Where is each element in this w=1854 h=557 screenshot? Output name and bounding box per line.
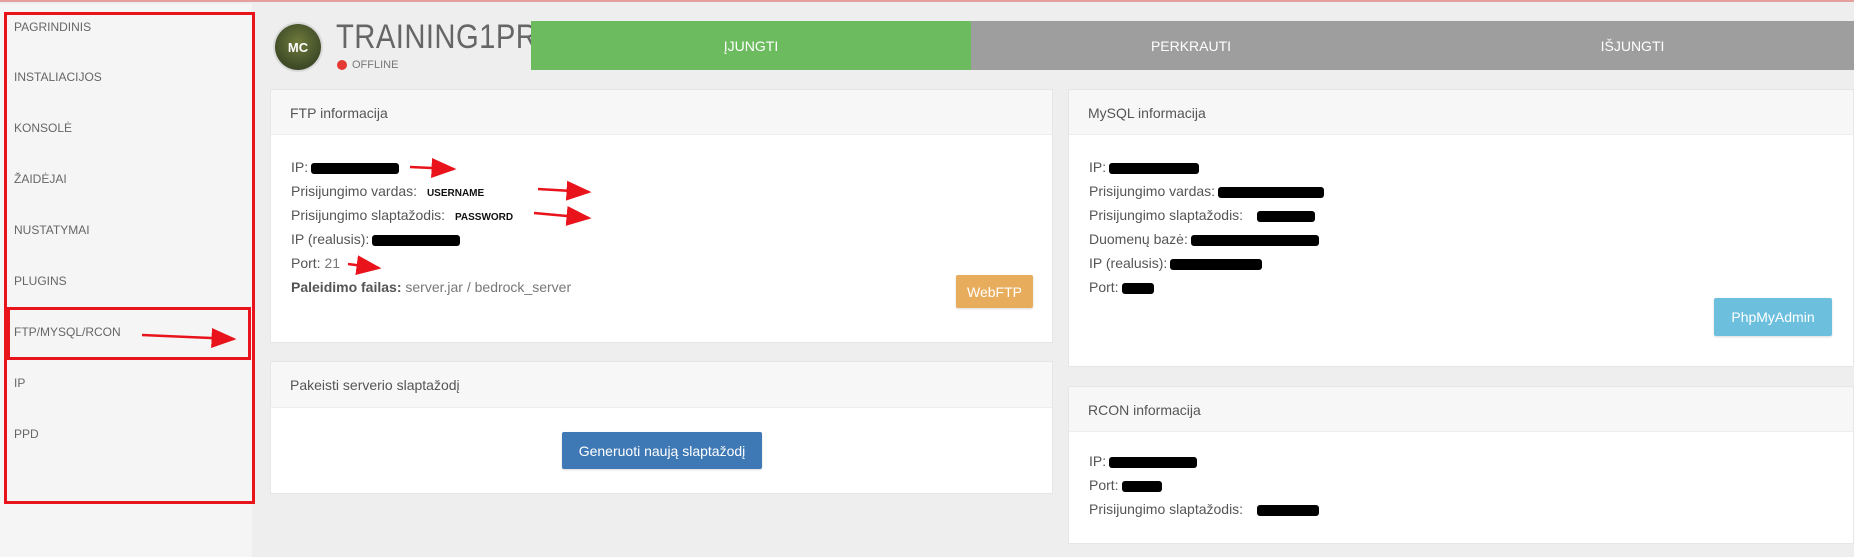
- mysql-ip-line: IP:: [1089, 159, 1200, 175]
- rcon-port-line: Port:: [1089, 477, 1162, 493]
- ftp-ip-label: IP:: [291, 159, 309, 175]
- redacted-value: [1109, 162, 1200, 174]
- generate-password-button[interactable]: Generuoti naują slaptažodį: [562, 432, 762, 469]
- redacted-value: [1190, 234, 1319, 246]
- ftp-username-line: Prisijungimo vardas: USERNAME: [291, 183, 484, 199]
- ftp-password-value: PASSWORD: [454, 212, 514, 223]
- rcon-panel: RCON informacija IP: Port: Prisijungimo …: [1068, 386, 1854, 544]
- mysql-real-ip-line: IP (realusis):: [1089, 255, 1263, 271]
- sidebar-item-plugins[interactable]: PLUGINS: [14, 274, 67, 288]
- stop-button[interactable]: IŠJUNGTI: [1411, 21, 1854, 70]
- redacted-value: [1109, 456, 1198, 468]
- change-password-panel: Pakeisti serverio slaptažodį Generuoti n…: [270, 361, 1053, 494]
- sidebar: PAGRINDINIS INSTALIACIJOS KONSOLĖ ŽAIDĖJ…: [0, 4, 252, 557]
- ftp-port-line: Port: 21: [291, 255, 340, 271]
- restart-button[interactable]: PERKRAUTI: [971, 21, 1411, 70]
- ftp-real-ip-line: IP (realusis):: [291, 231, 461, 247]
- redacted-value: [372, 234, 461, 246]
- rcon-ip-label: IP:: [1089, 453, 1107, 469]
- redacted-value: [1257, 210, 1316, 222]
- ftp-password-line: Prisijungimo slaptažodis: PASSWORD: [291, 207, 513, 223]
- ftp-startup-line: Paleidimo failas: server.jar / bedrock_s…: [291, 279, 571, 295]
- status-text: OFFLINE: [352, 59, 399, 71]
- mysql-password-label: Prisijungimo slaptažodis:: [1089, 207, 1244, 223]
- sidebar-item-konsole[interactable]: KONSOLĖ: [14, 121, 72, 135]
- mysql-password-line: Prisijungimo slaptažodis:: [1089, 207, 1316, 223]
- ftp-startup-label: Paleidimo failas:: [291, 279, 402, 295]
- mysql-panel-header: MySQL informacija: [1069, 90, 1853, 135]
- top-accent-line: [0, 0, 1854, 2]
- ftp-startup-value: server.jar / bedrock_server: [405, 279, 572, 295]
- mysql-port-label: Port:: [1089, 279, 1119, 295]
- status-dot-icon: [337, 60, 347, 70]
- redacted-value: [311, 162, 400, 174]
- redacted-value: [1257, 504, 1320, 516]
- ftp-username-label: Prisijungimo vardas:: [291, 183, 418, 199]
- change-password-title: Pakeisti serverio slaptažodį: [290, 377, 460, 393]
- mysql-database-label: Duomenų bazė:: [1089, 231, 1188, 247]
- ftp-ip-line: IP:: [291, 159, 400, 175]
- redacted-value: [1170, 258, 1263, 270]
- sidebar-item-ftp-mysql-rcon[interactable]: FTP/MYSQL/RCON: [14, 325, 121, 339]
- sidebar-item-nustatymai[interactable]: NUSTATYMAI: [14, 223, 90, 237]
- ftp-username-value: USERNAME: [426, 188, 485, 199]
- mysql-username-label: Prisijungimo vardas:: [1089, 183, 1216, 199]
- ftp-panel-title: FTP informacija: [290, 105, 388, 121]
- mysql-ip-label: IP:: [1089, 159, 1107, 175]
- redacted-value: [1218, 186, 1325, 198]
- mysql-real-ip-label: IP (realusis):: [1089, 255, 1168, 271]
- ftp-port-value: 21: [324, 255, 341, 271]
- rcon-port-label: Port:: [1089, 477, 1119, 493]
- sidebar-item-ip[interactable]: IP: [14, 376, 25, 390]
- rcon-ip-line: IP:: [1089, 453, 1198, 469]
- redacted-value: [1121, 480, 1162, 492]
- mysql-database-line: Duomenų bazė:: [1089, 231, 1319, 247]
- ftp-panel-header: FTP informacija: [271, 90, 1052, 135]
- webftp-button[interactable]: WebFTP: [956, 275, 1033, 308]
- server-avatar: MC: [275, 24, 321, 70]
- ftp-panel: FTP informacija IP: Prisijungimo vardas:…: [270, 89, 1053, 343]
- sidebar-item-zaidejai[interactable]: ŽAIDĖJAI: [14, 172, 67, 186]
- rcon-panel-title: RCON informacija: [1088, 402, 1201, 418]
- ftp-port-label: Port:: [291, 255, 321, 271]
- mysql-port-line: Port:: [1089, 279, 1154, 295]
- ftp-password-label: Prisijungimo slaptažodis:: [291, 207, 446, 223]
- mysql-panel-title: MySQL informacija: [1088, 105, 1206, 121]
- rcon-password-label: Prisijungimo slaptažodis:: [1089, 501, 1244, 517]
- mysql-panel: MySQL informacija IP: Prisijungimo varda…: [1068, 89, 1854, 367]
- phpmyadmin-button[interactable]: PhpMyAdmin: [1714, 298, 1832, 336]
- sidebar-item-pagrindinis[interactable]: PAGRINDINIS: [14, 20, 91, 34]
- rcon-password-line: Prisijungimo slaptažodis:: [1089, 501, 1320, 517]
- sidebar-item-instaliacijos[interactable]: INSTALIACIJOS: [14, 70, 102, 84]
- redacted-value: [1121, 282, 1154, 294]
- server-title: TRAINING1PRO: [336, 18, 561, 56]
- rcon-panel-header: RCON informacija: [1069, 387, 1853, 432]
- start-button[interactable]: ĮJUNGTI: [531, 21, 971, 70]
- mysql-username-line: Prisijungimo vardas:: [1089, 183, 1325, 199]
- ftp-real-ip-label: IP (realusis):: [291, 231, 370, 247]
- change-password-header: Pakeisti serverio slaptažodį: [271, 362, 1052, 408]
- server-status: OFFLINE: [337, 59, 398, 71]
- sidebar-item-ppd[interactable]: PPD: [14, 427, 39, 441]
